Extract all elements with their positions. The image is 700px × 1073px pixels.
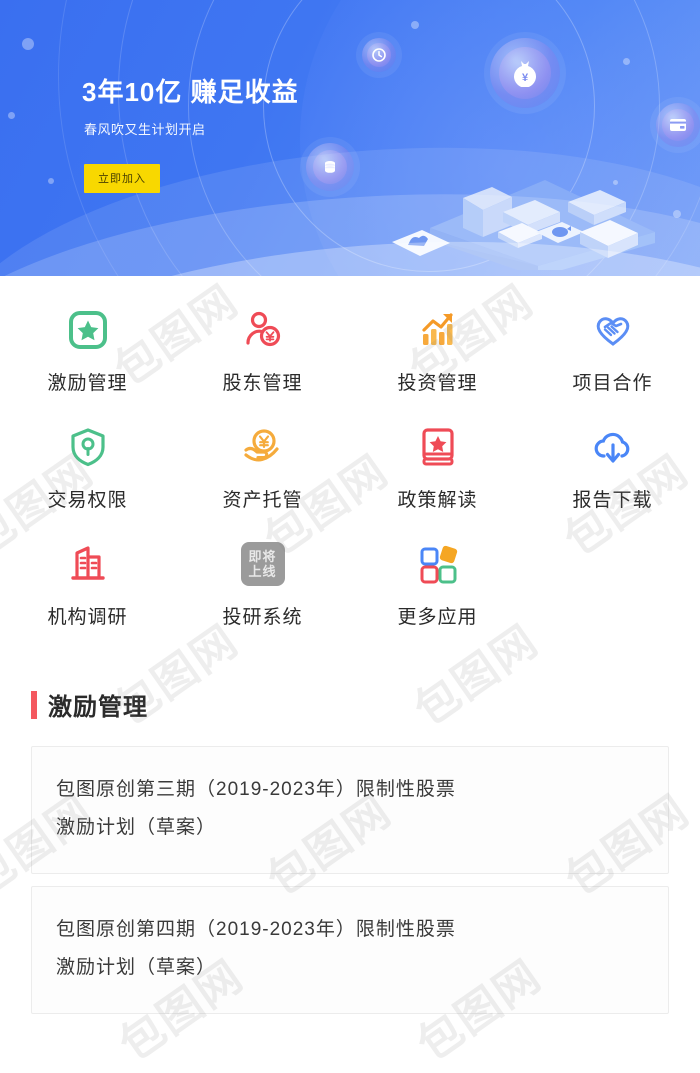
grid-item-policy-interpretation[interactable]: 政策解读 <box>350 419 525 512</box>
svg-text:¥: ¥ <box>522 72 529 84</box>
grid-row: 激励管理 股东管理 投资管理 项目合作 <box>0 302 700 395</box>
section-header: 激励管理 <box>0 687 700 722</box>
list-item-line2: 激励计划（草案） <box>56 957 217 978</box>
four-squares-grid-icon <box>410 536 466 592</box>
hero-banner: ¥ 3年10亿 赚足收益 春风吹又生计划开启 立即加入 <box>0 0 700 276</box>
decorative-dot <box>411 21 419 29</box>
banner-text-block: 3年10亿 赚足收益 春风吹又生计划开启 立即加入 <box>82 72 299 193</box>
grid-item-shareholder-management[interactable]: 股东管理 <box>175 302 350 395</box>
grid-item-label: 政策解读 <box>397 490 478 511</box>
grid-item-trade-permission[interactable]: 交易权限 <box>0 419 175 512</box>
clock-icon <box>372 48 386 62</box>
cloud-download-icon <box>585 419 641 475</box>
list-item-line1: 包图原创第三期（2019-2023年）限制性股票 <box>56 779 456 800</box>
grid-item-placeholder <box>525 536 700 629</box>
list-item[interactable]: 包图原创第四期（2019-2023年）限制性股票 激励计划（草案） <box>31 886 669 1014</box>
book-star-icon <box>410 419 466 475</box>
grid-row: 交易权限 资产托管 政策解读 报告下载 <box>0 419 700 512</box>
list-item[interactable]: 包图原创第三期（2019-2023年）限制性股票 激励计划（草案） <box>31 746 669 874</box>
app-shortcut-grid: 激励管理 股东管理 投资管理 项目合作 交易权限 资产托管 政策解读 报告下载 … <box>0 276 700 659</box>
bank-card-badge <box>656 103 700 147</box>
grid-row: 机构调研 即将 上线 投研系统 更多应用 <box>0 536 700 629</box>
coming-soon-line1: 即将 <box>248 549 277 564</box>
decorative-dot <box>8 112 15 119</box>
banner-title: 3年10亿 赚足收益 <box>82 77 299 107</box>
grid-item-label: 投研系统 <box>222 607 303 628</box>
clock-badge <box>362 38 396 72</box>
handshake-heart-icon <box>585 302 641 358</box>
grid-item-report-download[interactable]: 报告下载 <box>525 419 700 512</box>
shield-key-icon <box>60 419 116 475</box>
coming-soon-badge-icon: 即将 上线 <box>235 536 291 592</box>
list-item-line1: 包图原创第四期（2019-2023年）限制性股票 <box>56 919 456 940</box>
grid-item-investment-management[interactable]: 投资管理 <box>350 302 525 395</box>
bank-card-icon <box>670 119 686 131</box>
coming-soon-line2: 上线 <box>248 564 277 579</box>
grid-item-label: 更多应用 <box>397 607 478 628</box>
join-now-button[interactable]: 立即加入 <box>84 164 160 193</box>
banner-subtitle: 春风吹又生计划开启 <box>84 122 206 137</box>
decorative-dot <box>48 178 54 184</box>
grid-item-label: 报告下载 <box>572 490 653 511</box>
grid-item-label: 资产托管 <box>222 490 303 511</box>
list-item-line2: 激励计划（草案） <box>56 817 217 838</box>
money-bag-badge: ¥ <box>490 38 560 108</box>
grid-item-institution-research[interactable]: 机构调研 <box>0 536 175 629</box>
grid-item-research-system[interactable]: 即将 上线 投研系统 <box>175 536 350 629</box>
bar-chart-arrow-icon <box>410 302 466 358</box>
incentive-management-section: 激励管理 包图原创第三期（2019-2023年）限制性股票 激励计划（草案） 包… <box>0 659 700 1014</box>
grid-item-asset-custody[interactable]: 资产托管 <box>175 419 350 512</box>
grid-item-label: 激励管理 <box>47 373 128 394</box>
grid-item-project-cooperation[interactable]: 项目合作 <box>525 302 700 395</box>
decorative-dot <box>623 58 630 65</box>
hand-yen-coin-icon <box>235 419 291 475</box>
grid-item-label: 投资管理 <box>397 373 478 394</box>
section-title: 激励管理 <box>48 694 148 721</box>
grid-item-label: 项目合作 <box>572 373 653 394</box>
shareholder-person-yen-icon <box>235 302 291 358</box>
money-bag-yen-icon: ¥ <box>514 61 536 87</box>
section-accent-bar <box>31 690 37 719</box>
decorative-dot <box>22 38 34 50</box>
coming-soon-badge: 即将 上线 <box>240 542 285 586</box>
grid-item-label: 机构调研 <box>47 607 128 628</box>
star-square-icon <box>60 302 116 358</box>
grid-item-more-apps[interactable]: 更多应用 <box>350 536 525 629</box>
grid-item-label: 股东管理 <box>222 373 303 394</box>
grid-item-incentive-management[interactable]: 激励管理 <box>0 302 175 395</box>
building-icon <box>60 536 116 592</box>
grid-item-label: 交易权限 <box>47 490 128 511</box>
